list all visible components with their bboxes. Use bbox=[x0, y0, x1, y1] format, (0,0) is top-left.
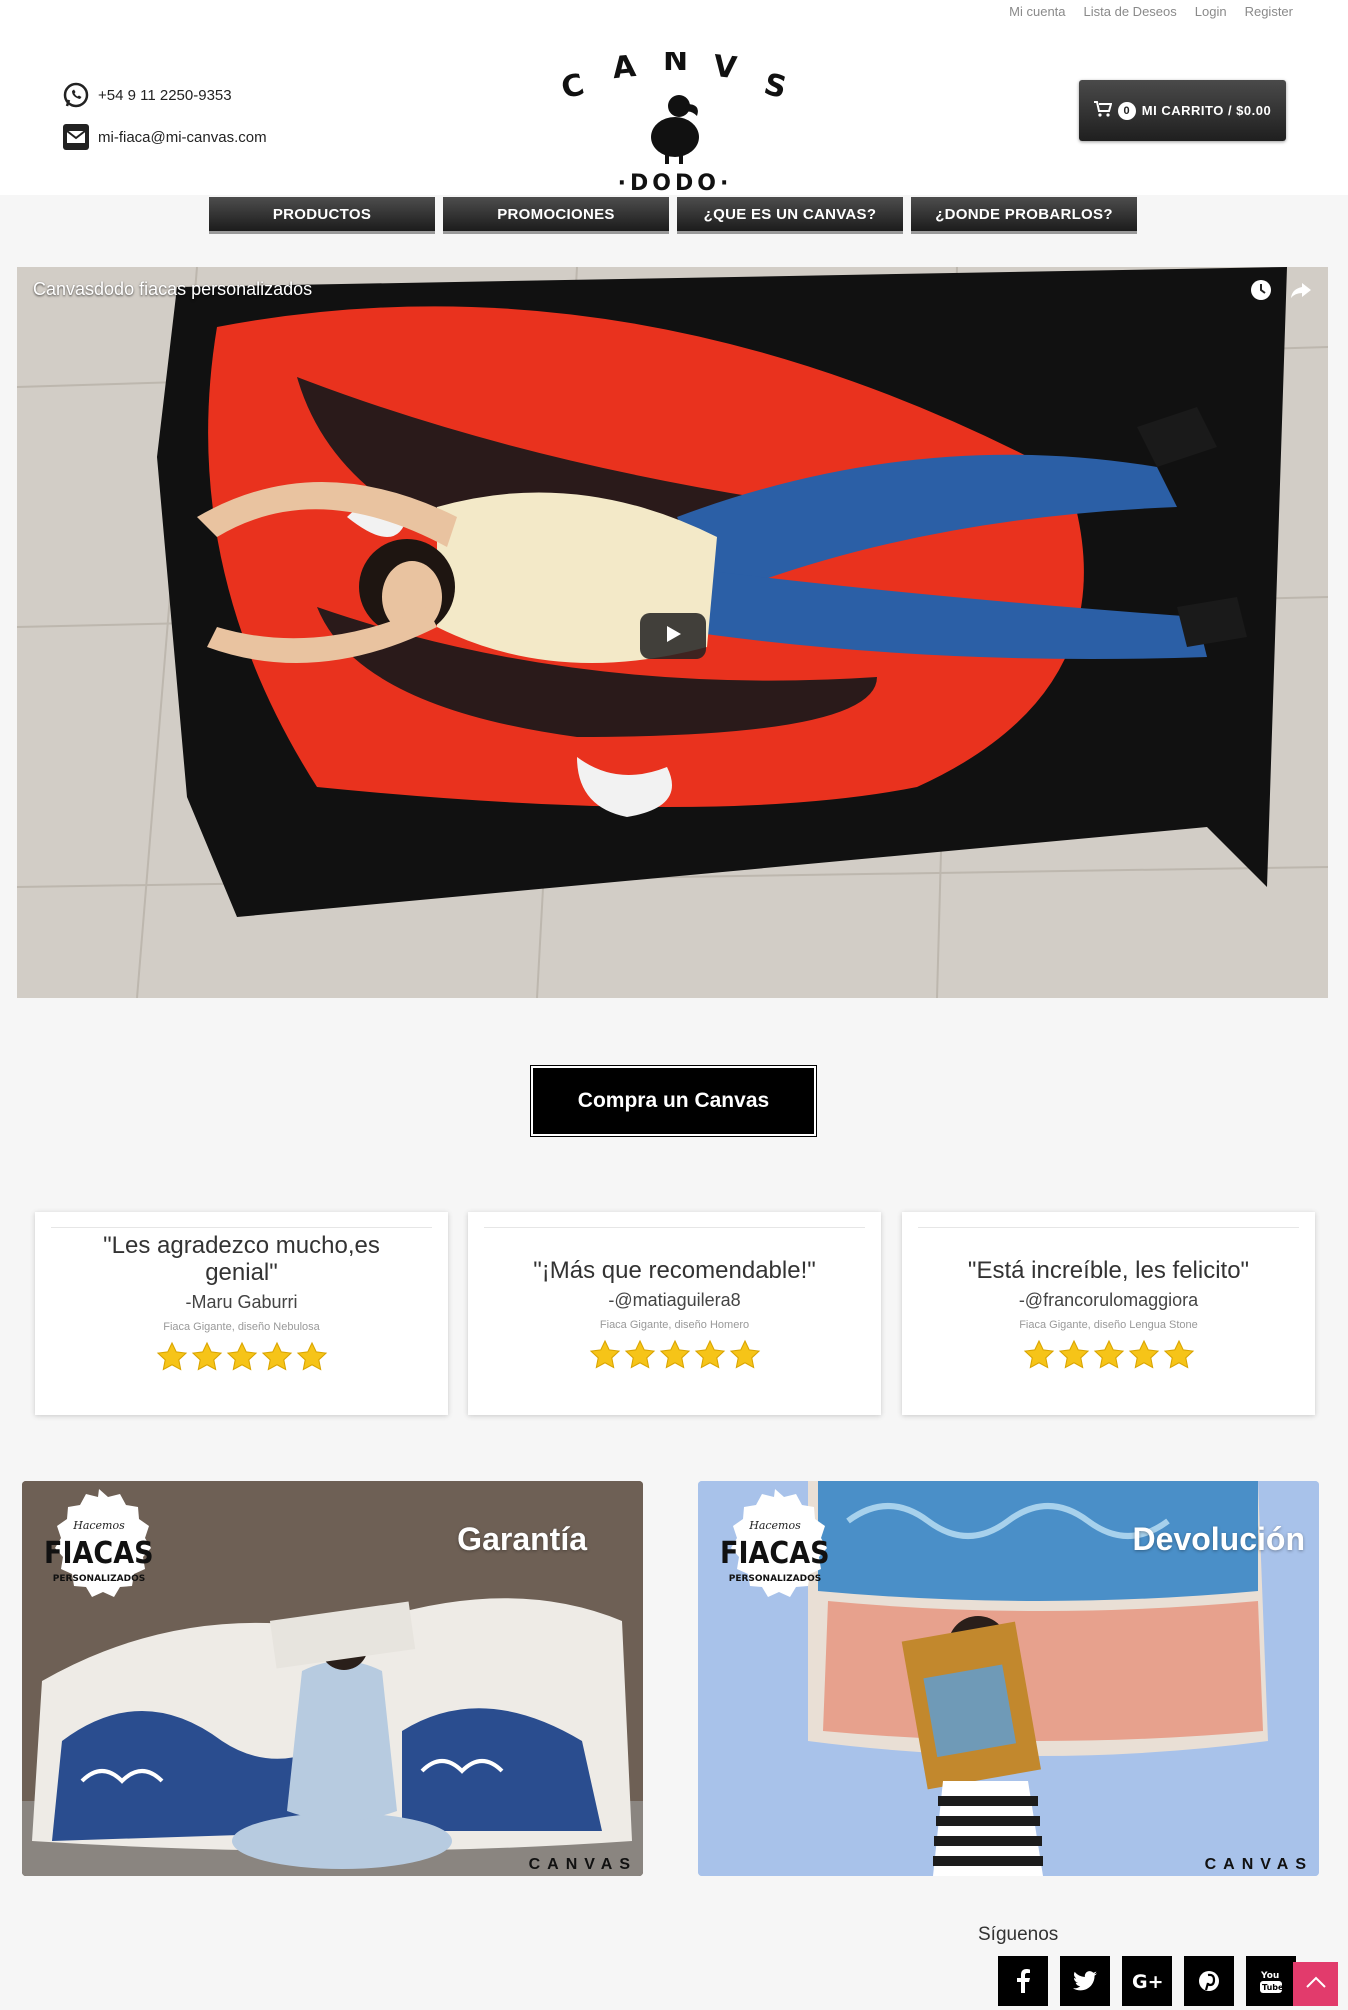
testimonial-product: Fiaca Gigante, diseño Nebulosa bbox=[163, 1321, 320, 1333]
svg-text:G+: G+ bbox=[1132, 1971, 1162, 1991]
canvas-watermark: CANVAS bbox=[1204, 1856, 1313, 1873]
cart-button[interactable]: 0 MI CARRITO / $0.00 bbox=[1079, 80, 1286, 141]
testimonial-card: "Les agradezco mucho,es genial" -Maru Ga… bbox=[35, 1212, 448, 1415]
whatsapp-icon bbox=[62, 81, 90, 109]
promo-title: Devolución bbox=[1132, 1521, 1305, 1557]
play-icon bbox=[663, 624, 683, 649]
nav-que-es-un-canvas[interactable]: ¿QUE ES UN CANVAS? bbox=[677, 197, 903, 234]
star-icon bbox=[589, 1339, 620, 1369]
star-icon bbox=[729, 1339, 760, 1369]
testimonial-author: -@francorulomaggiora bbox=[1018, 1290, 1199, 1310]
login-link[interactable]: Login bbox=[1195, 4, 1227, 19]
star-icon bbox=[624, 1339, 655, 1369]
register-link[interactable]: Register bbox=[1245, 4, 1293, 19]
star-icon bbox=[694, 1339, 725, 1369]
svg-text:FIACAS: FIACAS bbox=[720, 1536, 829, 1571]
star-icon bbox=[156, 1341, 187, 1371]
canvas-watermark: CANVAS bbox=[528, 1856, 637, 1873]
promo-card-devolucion[interactable]: Hacemos FIACAS PERSONALIZADOS Devolución… bbox=[698, 1481, 1319, 1876]
svg-text:You: You bbox=[1260, 1971, 1279, 1981]
chevron-up-icon bbox=[1305, 1975, 1326, 1993]
star-icon bbox=[226, 1341, 257, 1371]
star-icon bbox=[1023, 1339, 1054, 1369]
play-button[interactable] bbox=[640, 613, 706, 659]
my-account-link[interactable]: Mi cuenta bbox=[1009, 4, 1065, 19]
site-header: Mi cuenta Lista de Deseos Login Register… bbox=[0, 0, 1348, 197]
testimonial-card: "¡Más que recomendable!" -@matiaguilera8… bbox=[468, 1212, 881, 1415]
testimonial-author: -Maru Gaburri bbox=[185, 1292, 298, 1312]
twitter-icon[interactable] bbox=[1060, 1956, 1110, 2006]
star-rating bbox=[902, 1339, 1315, 1371]
dodo-bird-icon bbox=[651, 95, 699, 164]
envelope-icon bbox=[62, 123, 90, 151]
star-rating bbox=[35, 1341, 448, 1373]
nav-donde-probarlos[interactable]: ¿DONDE PROBARLOS? bbox=[911, 197, 1137, 234]
svg-text:Tube: Tube bbox=[1262, 1983, 1283, 1992]
fiacas-badge: Hacemos FIACAS PERSONALIZADOS bbox=[710, 1487, 840, 1617]
star-icon bbox=[1058, 1339, 1089, 1369]
star-icon bbox=[261, 1341, 292, 1371]
phone-number: +54 9 11 2250-9353 bbox=[98, 86, 232, 104]
pinterest-icon[interactable] bbox=[1184, 1956, 1234, 2006]
testimonial-quote: "Les agradezco mucho,es genial" bbox=[103, 1232, 380, 1286]
svg-text:PERSONALIZADOS: PERSONALIZADOS bbox=[729, 1574, 821, 1584]
star-icon bbox=[659, 1339, 690, 1369]
star-icon bbox=[296, 1341, 327, 1371]
share-icon[interactable] bbox=[1290, 279, 1312, 306]
video-title[interactable]: Canvasdodo fiacas personalizados bbox=[33, 279, 312, 300]
site-logo[interactable]: C A N V S ·DODO· bbox=[555, 43, 795, 197]
video-player[interactable]: Canvasdodo fiacas personalizados bbox=[17, 267, 1328, 998]
svg-text:N: N bbox=[663, 52, 688, 78]
star-icon bbox=[1163, 1339, 1194, 1369]
top-navigation: Mi cuenta Lista de Deseos Login Register bbox=[1009, 4, 1293, 19]
wishlist-link[interactable]: Lista de Deseos bbox=[1084, 4, 1177, 19]
shopping-cart-icon bbox=[1093, 101, 1113, 120]
contact-phone: +54 9 11 2250-9353 bbox=[62, 81, 232, 109]
nav-productos[interactable]: PRODUCTOS bbox=[209, 197, 435, 234]
testimonial-quote: "Está increíble, les felicito" bbox=[967, 1257, 1250, 1284]
email-address[interactable]: mi-fiaca@mi-canvas.com bbox=[98, 129, 267, 146]
svg-text:·DODO·: ·DODO· bbox=[618, 171, 733, 196]
testimonial-author: -@matiaguilera8 bbox=[608, 1290, 741, 1310]
svg-text:FIACAS: FIACAS bbox=[44, 1536, 153, 1571]
testimonial-quote: "¡Más que recomendable!" bbox=[533, 1257, 816, 1284]
nav-promociones[interactable]: PROMOCIONES bbox=[443, 197, 669, 234]
svg-text:Hacemos: Hacemos bbox=[748, 1519, 801, 1532]
testimonial-product: Fiaca Gigante, diseño Lengua Stone bbox=[1019, 1319, 1198, 1331]
svg-text:Hacemos: Hacemos bbox=[72, 1519, 125, 1532]
star-icon bbox=[191, 1341, 222, 1371]
svg-text:PERSONALIZADOS: PERSONALIZADOS bbox=[53, 1574, 145, 1584]
divider bbox=[484, 1227, 865, 1228]
buy-canvas-button[interactable]: Compra un Canvas bbox=[530, 1065, 817, 1137]
watch-later-icon[interactable] bbox=[1250, 279, 1272, 306]
svg-text:C: C bbox=[558, 67, 588, 106]
youtube-icon[interactable]: You Tube bbox=[1246, 1956, 1296, 2006]
scroll-to-top-button[interactable] bbox=[1293, 1962, 1338, 2006]
star-rating bbox=[468, 1339, 881, 1371]
testimonial-card: "Está increíble, les felicito" -@francor… bbox=[902, 1212, 1315, 1415]
divider bbox=[918, 1227, 1299, 1228]
svg-text:S: S bbox=[760, 67, 789, 106]
main-navigation: PRODUCTOS PROMOCIONES ¿QUE ES UN CANVAS?… bbox=[209, 197, 1137, 234]
star-icon bbox=[1128, 1339, 1159, 1369]
google-plus-icon[interactable]: G+ bbox=[1122, 1956, 1172, 2006]
social-heading: Síguenos bbox=[978, 1924, 1059, 1945]
contact-email: mi-fiaca@mi-canvas.com bbox=[62, 123, 267, 151]
fiacas-badge: Hacemos FIACAS PERSONALIZADOS bbox=[34, 1487, 164, 1617]
testimonial-product: Fiaca Gigante, diseño Homero bbox=[599, 1319, 750, 1331]
promo-title: Garantía bbox=[457, 1521, 587, 1557]
svg-text:A: A bbox=[611, 52, 639, 86]
svg-text:V: V bbox=[712, 52, 740, 86]
social-links: G+ You Tube bbox=[998, 1956, 1296, 2006]
promo-card-garantia[interactable]: Hacemos FIACAS PERSONALIZADOS Garantía C… bbox=[22, 1481, 643, 1876]
star-icon bbox=[1093, 1339, 1124, 1369]
video-controls bbox=[1250, 279, 1312, 306]
facebook-icon[interactable] bbox=[998, 1956, 1048, 2006]
cart-count-badge: 0 bbox=[1117, 101, 1136, 120]
divider bbox=[51, 1227, 432, 1228]
cart-label: MI CARRITO / $0.00 bbox=[1141, 103, 1272, 118]
